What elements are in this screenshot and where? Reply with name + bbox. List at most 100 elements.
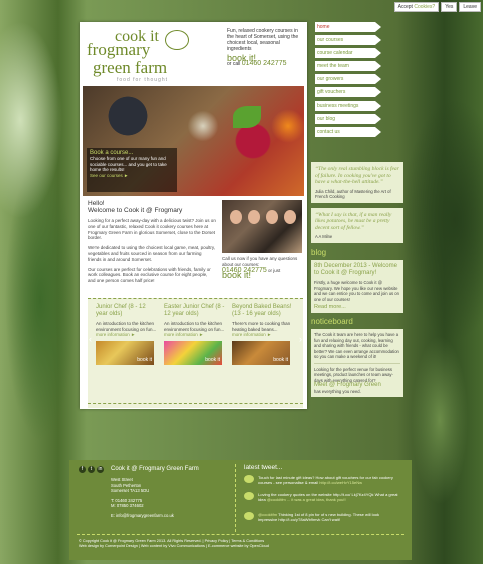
logo-line2: frogmary: [87, 40, 151, 59]
header-intro: Fun, relaxed cookery courses in the hear…: [227, 28, 305, 67]
hero-banner[interactable]: Book a course... Choose from one of our …: [83, 86, 304, 196]
welcome-paragraph: Our courses are perfect for celebrations…: [88, 266, 211, 284]
twitter-bird-icon: [244, 512, 254, 520]
social-links: f t in: [79, 466, 104, 473]
cookie-leave-button[interactable]: Leave: [459, 2, 481, 12]
hero-more-link[interactable]: See our courses ►: [90, 173, 174, 178]
tweet: Touch for last minute gift ideas? How ab…: [244, 475, 404, 485]
logo-tagline: food for thought: [117, 77, 169, 83]
quote-box: “What I say is that, if a man really lik…: [311, 207, 403, 243]
nav-item-gift-vouchers[interactable]: gift vouchers: [315, 87, 381, 98]
cookie-accept-text: Accept Cookies?: [393, 2, 440, 12]
cookie-text: Accept: [397, 4, 413, 10]
course-card[interactable]: Easter Junior Chef (8 - 12 year olds) An…: [164, 304, 226, 365]
call-us-book-link[interactable]: book it!: [222, 271, 304, 280]
noticeboard: The Cook it team are here to help you ha…: [311, 329, 403, 397]
hero-desc: Choose from one of our many fun and soci…: [90, 156, 167, 172]
quote-text: “The only real stumbling block is fear o…: [315, 166, 399, 185]
facebook-icon[interactable]: f: [79, 466, 86, 473]
course-desc: An introduction to the kitchen environme…: [96, 321, 157, 332]
nav-item-business-meetings[interactable]: business meetings: [315, 100, 381, 111]
course-book-badge[interactable]: book it: [137, 357, 152, 363]
logo-line3: green farm: [93, 58, 168, 77]
footer-copyright: © Copyright Cook it @ Frogmary Green Far…: [79, 539, 399, 549]
course-card[interactable]: Beyond Baked Beans! (13 - 16 year olds) …: [232, 304, 294, 365]
blog-read-more-link[interactable]: Read more...: [314, 304, 400, 310]
course-book-badge[interactable]: book it: [205, 357, 220, 363]
nav-item-home[interactable]: home: [315, 22, 381, 32]
nav-item-contact-us[interactable]: contact us: [315, 126, 381, 137]
welcome-paragraph: We're dedicated to using the choicest lo…: [88, 245, 216, 262]
welcome-title: Welcome to Cook it @ Frogmary: [88, 207, 183, 214]
team-face: [230, 210, 242, 224]
twitter-icon[interactable]: t: [88, 466, 95, 473]
course-title: Beyond Baked Beans! (13 - 16 year olds): [232, 304, 292, 317]
course-image: book it: [96, 341, 154, 365]
divider: [235, 464, 236, 532]
quote-box: “The only real stumbling block is fear o…: [311, 162, 403, 203]
noticeboard-heading: noticeboard: [311, 317, 353, 326]
blog-post-title[interactable]: 8th December 2013 - Welcome to Cook it @…: [314, 263, 400, 277]
nav-item-our-blog[interactable]: our blog: [315, 113, 381, 124]
course-more-link[interactable]: more information ►: [96, 332, 158, 337]
welcome-greeting: Hello!: [88, 200, 105, 207]
blog-post-desc: Firstly, a huge welcome to Cook it @ Fro…: [314, 280, 399, 302]
meet-subtext: has everything you need.: [314, 388, 361, 394]
carousel-next-icon[interactable]: ›: [299, 334, 302, 344]
noticeboard-text: The Cook it team are here to help you ha…: [314, 332, 399, 359]
course-title: Junior Chef (8 - 12 year olds): [96, 304, 146, 317]
tweet: Loving the cookery quotes on the website…: [244, 492, 404, 502]
course-desc: An introduction to the kitchen environme…: [164, 321, 225, 332]
cookie-bar: Accept Cookies? Yes Leave: [393, 2, 481, 12]
noticeboard-text: Looking for the perfect venue for busine…: [314, 366, 393, 383]
divider: [314, 362, 400, 364]
header-phone: 01460 242775: [241, 60, 287, 67]
course-title: Easter Junior Chef (8 - 12 year olds): [164, 304, 225, 317]
main-panel: cook it frogmary green farm food for tho…: [80, 22, 307, 409]
course-carousel: ‹ › Junior Chef (8 - 12 year olds) An in…: [88, 298, 303, 408]
nav-item-our-courses[interactable]: our courses: [315, 35, 381, 46]
linkedin-icon[interactable]: in: [97, 466, 104, 473]
course-image: book it: [164, 341, 222, 365]
tweet: @cookitfm Thinking 1st of 8 pin for of s…: [244, 512, 404, 522]
divider: [77, 534, 404, 535]
footer-email-link[interactable]: E: info@frogmarygreenfarm.co.uk: [111, 513, 191, 519]
team-face: [248, 210, 260, 224]
intro-text: Fun, relaxed cookery courses in the hear…: [227, 28, 299, 52]
nav-item-meet-the-team[interactable]: meet the team: [315, 61, 381, 72]
course-image: book it: [232, 341, 290, 365]
hero-mint-leaf: [233, 106, 261, 128]
cookie-yes-button[interactable]: Yes: [441, 2, 458, 12]
cookie-link[interactable]: Cookies?: [414, 4, 436, 10]
team-face: [284, 210, 296, 224]
right-sidebar: “The only real stumbling block is fear o…: [311, 162, 403, 397]
course-card[interactable]: Junior Chef (8 - 12 year olds) An introd…: [96, 304, 158, 365]
carousel-prev-icon[interactable]: ‹: [89, 334, 92, 344]
site-logo[interactable]: cook it frogmary green farm food for tho…: [87, 28, 222, 88]
quote-author: A A Milne: [315, 234, 333, 239]
welcome-paragraph: Looking for a perfect away-day with a de…: [88, 218, 216, 241]
divider: [88, 298, 303, 299]
quote-text: “What I say is that, if a man really lik…: [315, 211, 392, 231]
footer-address: West Street South Petherton Somerset TA1…: [111, 477, 191, 518]
tweets-title: latest tweet...: [244, 464, 283, 471]
footer: f t in Cook it @ Frogmary Green Farm Wes…: [69, 460, 412, 560]
call-us-box: Call us now if you have any questions ab…: [222, 256, 304, 280]
team-photo: [222, 200, 302, 253]
course-desc: There's more to cooking than heating bak…: [232, 321, 291, 332]
course-more-link[interactable]: more information ►: [232, 332, 294, 337]
course-book-badge[interactable]: book it: [273, 357, 288, 363]
quote-author: Julia Child, author of Mastering the Art…: [315, 188, 391, 199]
tweet-link[interactable]: http://t.co/weHvY15eNw: [319, 480, 362, 485]
nav-item-our-growers[interactable]: our growers: [315, 74, 381, 85]
logo-mark-icon: [165, 30, 189, 50]
team-face: [266, 210, 278, 224]
tweet-link[interactable]: @cookitfm ... it was a great idea, thank…: [267, 497, 346, 502]
hero-caption: Book a course... Choose from one of our …: [87, 148, 177, 192]
twitter-bird-icon: [244, 475, 254, 483]
divider: [88, 403, 303, 404]
footer-title: Cook it @ Frogmary Green Farm: [111, 466, 199, 472]
nav-item-course-calendar[interactable]: course calendar: [315, 48, 381, 59]
page-wrapper: cook it frogmary green farm food for tho…: [69, 12, 412, 560]
course-more-link[interactable]: more information ►: [164, 332, 226, 337]
